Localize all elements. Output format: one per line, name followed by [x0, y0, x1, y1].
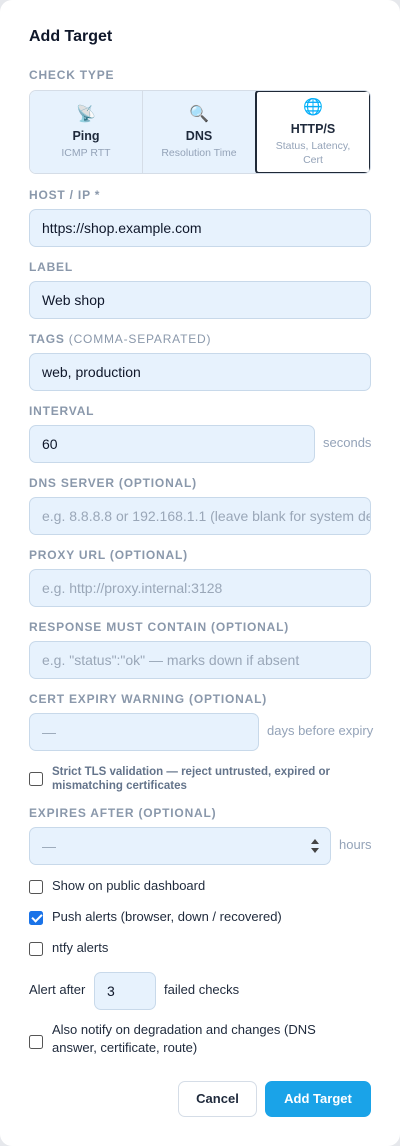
check-type-selector: 📡 Ping ICMP RTT 🔍 DNS Resolution Time 🌐 …	[29, 90, 371, 174]
notify-degradation-checkbox[interactable]	[29, 1035, 43, 1049]
strict-tls-label: Strict TLS validation — reject untrusted…	[52, 766, 330, 792]
alert-after-prefix: Alert after	[29, 982, 86, 997]
push-alerts-checkbox[interactable]	[29, 911, 43, 925]
check-type-ping[interactable]: 📡 Ping ICMP RTT	[30, 91, 143, 173]
expires-after-label: EXPIRES AFTER (OPTIONAL)	[29, 806, 217, 820]
dns-server-label: DNS SERVER (OPTIONAL)	[29, 476, 197, 490]
ntfy-alerts-checkbox[interactable]	[29, 942, 43, 956]
check-type-http[interactable]: 🌐 HTTP/S Status, Latency, Cert	[255, 91, 370, 173]
interval-input[interactable]: 60	[29, 425, 315, 463]
magnifier-icon: 🔍	[189, 105, 209, 123]
cert-expiry-unit: days before expiry	[267, 723, 374, 738]
host-label: HOST / IP *	[29, 188, 101, 202]
satellite-antenna-icon: 📡	[76, 105, 96, 123]
public-dashboard-checkbox[interactable]	[29, 880, 43, 894]
dialog-title: Add Target	[29, 28, 113, 45]
add-target-dialog: Add Target CHECK TYPE 📡 Ping ICMP RTT 🔍 …	[0, 0, 400, 1146]
check-type-dns[interactable]: 🔍 DNS Resolution Time	[143, 91, 256, 173]
tags-input[interactable]: web, production	[29, 353, 371, 391]
check-type-name: Ping	[72, 128, 100, 143]
push-alerts-label: Push alerts (browser, down / recovered)	[52, 909, 282, 924]
response-contains-input[interactable]: e.g. "status":"ok" — marks down if absen…	[29, 641, 371, 679]
notify-degradation-label: Also notify on degradation and changes (…	[52, 1022, 316, 1055]
check-type-name: DNS	[185, 128, 213, 143]
check-type-name: HTTP/S	[290, 121, 336, 136]
cert-expiry-label: CERT EXPIRY WARNING (OPTIONAL)	[29, 692, 268, 706]
tags-label-hint: (COMMA-SEPARATED)	[68, 332, 212, 346]
expires-after-placeholder: —	[42, 838, 56, 854]
interval-label: INTERVAL	[29, 404, 95, 418]
proxy-url-input[interactable]: e.g. http://proxy.internal:3128	[29, 569, 371, 607]
expires-after-input[interactable]: —	[29, 827, 331, 865]
response-contains-label: RESPONSE MUST CONTAIN (OPTIONAL)	[29, 620, 290, 634]
check-type-sub: Status, Latency, Cert	[275, 139, 351, 166]
globe-icon: 🌐	[303, 98, 323, 116]
interval-unit: seconds	[323, 435, 372, 450]
spinner-icon[interactable]	[310, 837, 320, 855]
ntfy-alerts-label: ntfy alerts	[52, 940, 109, 955]
add-target-button[interactable]: Add Target	[265, 1081, 371, 1117]
expires-after-unit: hours	[339, 837, 372, 852]
alert-after-suffix: failed checks	[164, 982, 240, 997]
tags-label: TAGS (COMMA-SEPARATED)	[29, 332, 211, 346]
host-input[interactable]: https://shop.example.com	[29, 209, 371, 247]
dns-server-input[interactable]: e.g. 8.8.8.8 or 192.168.1.1 (leave blank…	[29, 497, 371, 535]
strict-tls-checkbox[interactable]	[29, 772, 43, 786]
label-field-label: LABEL	[29, 260, 73, 274]
check-type-label: CHECK TYPE	[29, 68, 115, 82]
label-input[interactable]: Web shop	[29, 281, 371, 319]
proxy-url-label: PROXY URL (OPTIONAL)	[29, 548, 188, 562]
cancel-button[interactable]: Cancel	[178, 1081, 257, 1117]
check-type-sub: Resolution Time	[161, 146, 237, 159]
alert-after-input[interactable]: 3	[94, 972, 156, 1010]
cert-expiry-input[interactable]: —	[29, 713, 259, 751]
check-type-sub: ICMP RTT	[61, 146, 111, 159]
public-dashboard-label: Show on public dashboard	[52, 878, 206, 893]
tags-label-text: TAGS	[29, 332, 65, 346]
